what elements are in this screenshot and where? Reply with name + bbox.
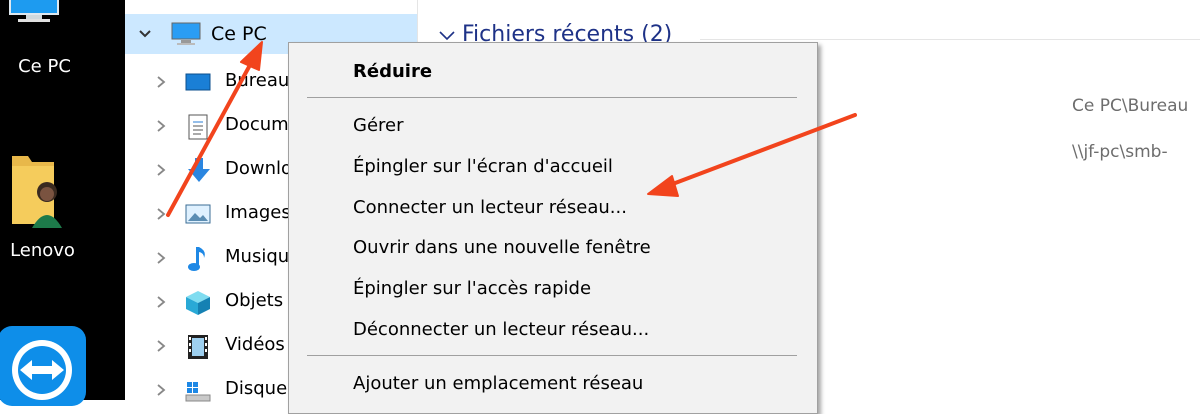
chevron-right-icon[interactable] [153, 204, 169, 224]
chevron-right-icon[interactable] [153, 292, 169, 312]
menu-separator [307, 97, 797, 98]
download-arrow-icon [187, 158, 211, 182]
menu-item-reduire[interactable]: Réduire [353, 61, 432, 82]
computer-icon[interactable] [8, 0, 60, 30]
menu-item-gerer[interactable]: Gérer [353, 115, 404, 136]
desktop-label-lenovo[interactable]: Lenovo [0, 240, 105, 261]
documents-folder-icon [187, 114, 211, 140]
chevron-right-icon[interactable] [153, 248, 169, 268]
computer-icon [171, 21, 201, 45]
nav-item-label: Ce PC [211, 23, 267, 45]
context-menu: Réduire Gérer Épingler sur l'écran d'acc… [288, 42, 818, 414]
header-divider [700, 39, 1200, 40]
nav-item-label: Vidéos [225, 334, 285, 355]
recent-file-path[interactable]: \\jf-pc\smb- [1072, 142, 1168, 162]
nav-item-label: Images [225, 202, 291, 223]
menu-separator [307, 355, 797, 356]
menu-item-epingler-acces-rapide[interactable]: Épingler sur l'accès rapide [353, 278, 591, 299]
chevron-right-icon[interactable] [153, 380, 169, 400]
film-icon [187, 334, 211, 359]
menu-item-ouvrir-nouvelle-fenetre[interactable]: Ouvrir dans une nouvelle fenêtre [353, 237, 651, 258]
menu-item-deconnecter-lecteur[interactable]: Déconnecter un lecteur réseau... [353, 319, 649, 340]
user-folder-icon[interactable] [10, 150, 64, 230]
desktop-label-ce-pc[interactable]: Ce PC [0, 56, 107, 77]
3d-objects-icon [185, 290, 210, 315]
desktop-folder-icon [185, 70, 211, 94]
drive-icon [185, 378, 211, 402]
pictures-folder-icon [185, 202, 211, 226]
chevron-right-icon[interactable] [153, 116, 169, 136]
chevron-right-icon[interactable] [153, 72, 169, 92]
chevron-down-icon[interactable] [137, 24, 153, 44]
menu-item-connecter-lecteur[interactable]: Connecter un lecteur réseau... [353, 197, 627, 218]
desktop-strip: Ce PC Lenovo [0, 0, 125, 406]
menu-item-ajouter-emplacement[interactable]: Ajouter un emplacement réseau [353, 373, 643, 394]
music-note-icon [187, 246, 211, 271]
chevron-right-icon[interactable] [153, 160, 169, 180]
teamviewer-icon[interactable] [0, 326, 90, 406]
nav-item-label: Bureau [225, 70, 290, 91]
chevron-right-icon[interactable] [153, 336, 169, 356]
menu-item-epingler-accueil[interactable]: Épingler sur l'écran d'accueil [353, 156, 613, 177]
recent-file-path[interactable]: Ce PC\Bureau [1072, 96, 1188, 116]
